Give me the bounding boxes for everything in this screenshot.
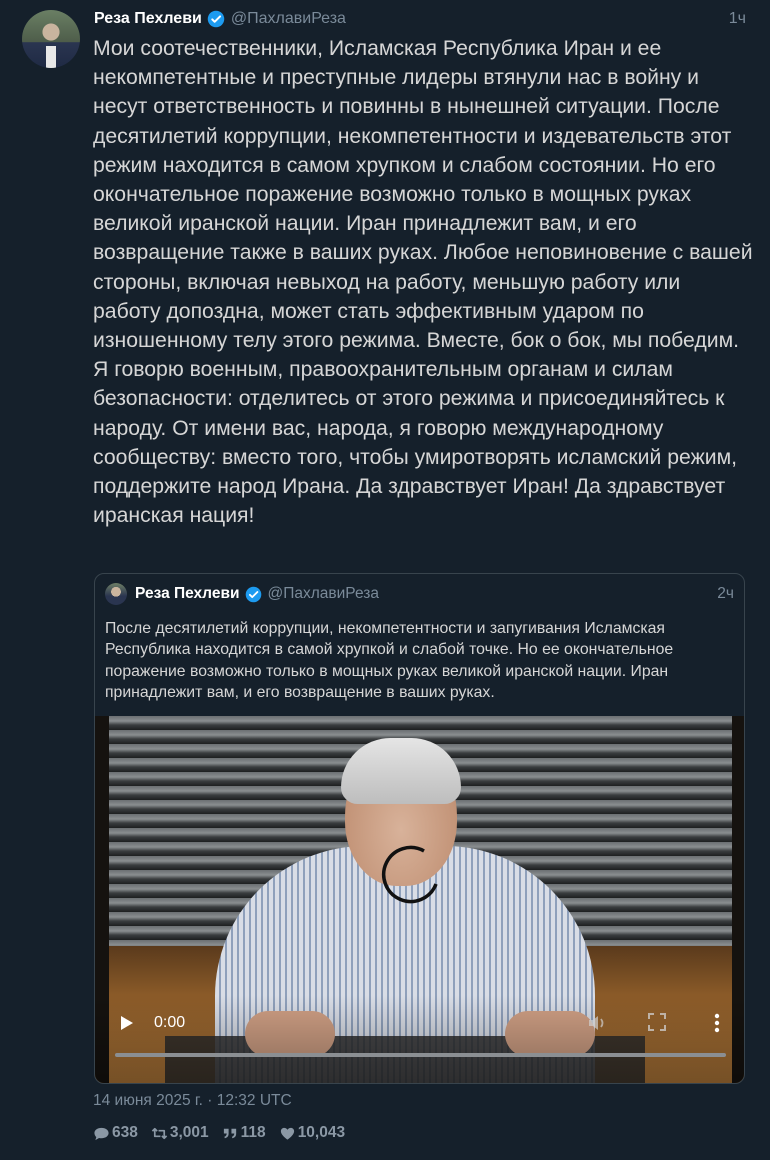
reply-stat[interactable]: 638 [93, 1124, 138, 1142]
video-progress-bar[interactable] [115, 1053, 726, 1057]
quoted-tweet-header: Реза Пехлеви @ПахлавиРеза 2ч [105, 583, 734, 605]
verified-badge-icon [207, 10, 225, 28]
quoted-author-avatar[interactable] [105, 583, 127, 605]
quoted-tweet-text: После десятилетий коррупции, некомпетент… [105, 620, 674, 701]
quote-icon [223, 1128, 236, 1138]
play-icon[interactable] [117, 1014, 135, 1032]
tweet-stats: 638 3,001 118 10,043 [93, 1122, 358, 1144]
like-icon [280, 1127, 294, 1140]
tweet-header: Реза Пехлеви @ПахлавиРеза 1ч [94, 8, 746, 30]
like-stat[interactable]: 10,043 [279, 1124, 345, 1142]
quote-stat[interactable]: 118 [222, 1124, 266, 1142]
verified-badge-icon [245, 586, 261, 602]
author-name[interactable]: Реза Пехлеви [94, 10, 202, 28]
reply-count: 638 [112, 1124, 138, 1141]
author-avatar[interactable] [22, 10, 80, 68]
loading-spinner-icon [381, 845, 438, 904]
tweet-text: Мои соотечественники, Исламская Республи… [93, 37, 753, 528]
tweet-time[interactable]: 1ч [729, 10, 746, 28]
author-handle[interactable]: @ПахлавиРеза [231, 10, 346, 28]
quoted-tweet[interactable]: Реза Пехлеви @ПахлавиРеза 2ч После десят… [94, 573, 745, 1084]
quoted-author-name[interactable]: Реза Пехлеви [135, 585, 240, 603]
retweet-icon [151, 1127, 168, 1139]
video-controls [95, 995, 744, 1083]
more-menu-icon[interactable] [707, 1012, 727, 1034]
tweet-timestamp[interactable]: 14 июня 2025 г. · 12:32 UTC [93, 1092, 292, 1110]
reply-icon [94, 1127, 109, 1140]
retweet-count: 3,001 [169, 1124, 209, 1141]
like-count: 10,043 [297, 1124, 346, 1141]
video-player[interactable]: 0:00 [95, 716, 744, 1083]
video-current-time: 0:00 [154, 1014, 186, 1031]
quoted-tweet-time[interactable]: 2ч [717, 585, 734, 603]
retweet-stat[interactable]: 3,001 [151, 1124, 209, 1142]
quote-count: 118 [240, 1124, 266, 1141]
quoted-author-handle[interactable]: @ПахлавиРеза [268, 585, 379, 603]
mute-icon[interactable] [586, 1012, 608, 1034]
fullscreen-icon[interactable] [647, 1012, 667, 1032]
